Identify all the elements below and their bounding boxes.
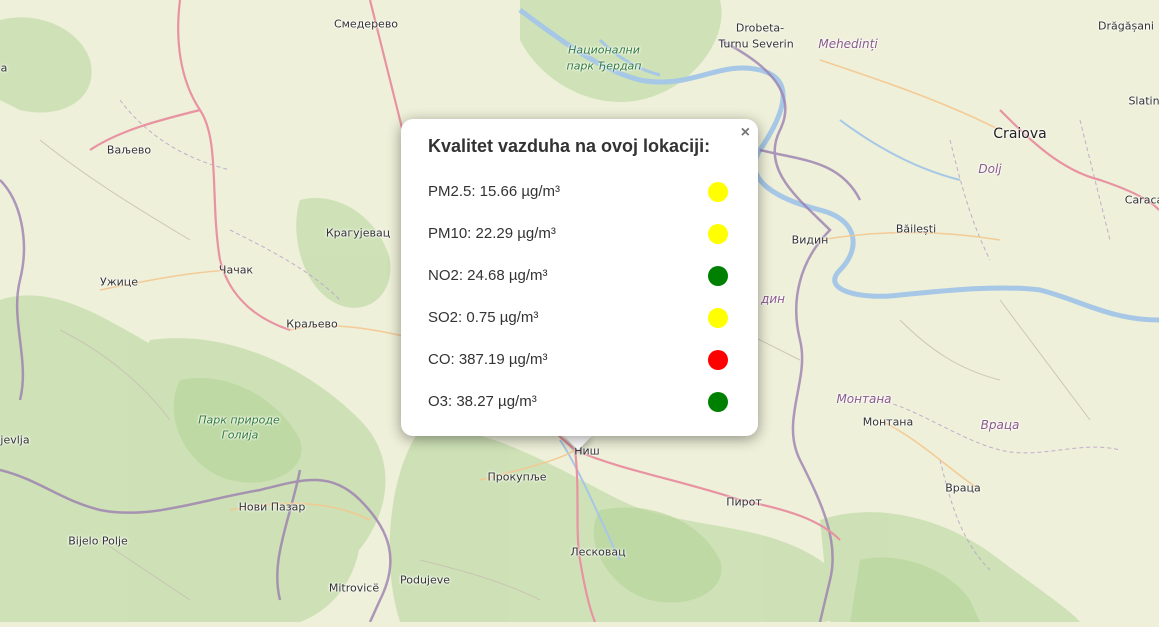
map-label-vraca: Враца <box>945 481 981 495</box>
pollutant-value: PM10: 22.29 µg/m³ <box>428 225 556 242</box>
map-label-cacak: Чачак <box>218 263 254 277</box>
pollutant-value: PM2.5: 15.66 µg/m³ <box>428 183 561 200</box>
map-label-podujeve: Podujeve <box>399 573 451 587</box>
map-label-prokuplje: Прокупље <box>487 470 547 484</box>
map-label-mehedinti: Mehedinți <box>818 37 878 51</box>
pollutant-row: CO: 387.19 µg/m³ <box>428 348 728 372</box>
map-label-park-djerdap: парк Ђердап <box>566 59 642 73</box>
status-dot-icon <box>708 182 728 202</box>
map-label-vidin: Видин <box>791 233 829 247</box>
status-dot-icon <box>708 266 728 286</box>
map-label-uzice: Ужице <box>99 275 139 289</box>
map-label-drobeta: Drobeta- <box>735 21 785 35</box>
status-dot-icon <box>708 392 728 412</box>
map-label-caracal: Caraca <box>1124 193 1159 207</box>
map-label-montana: Монтана <box>862 415 914 429</box>
map-label-bailesti: Băilești <box>895 222 937 236</box>
pollutant-value: SO2: 0.75 µg/m³ <box>428 309 539 326</box>
pollutant-value: NO2: 24.68 µg/m³ <box>428 267 548 284</box>
map-label-smederevo: Смедерево <box>333 17 399 31</box>
map-label-dolj: Dolj <box>978 162 1002 176</box>
map-label-sjenica: jevlja <box>0 433 30 447</box>
map-label-mitrovice: Mitrovicë <box>328 581 380 595</box>
map-label-park-prirode: Парк природе <box>198 413 280 427</box>
air-quality-popup: × Kvalitet vazduha na ovoj lokaciji: PM2… <box>401 119 758 436</box>
status-dot-icon <box>708 224 728 244</box>
pollutant-row: NO2: 24.68 µg/m³ <box>428 264 728 288</box>
map-label-kraljevo: Краљево <box>286 317 338 331</box>
map-label-pirot: Пирот <box>726 495 762 509</box>
map-label-bijelo-polje: Bijelo Polje <box>68 534 128 548</box>
map-label-golija: Голија <box>221 428 259 442</box>
map-label-vidin-region: дин <box>761 292 785 306</box>
close-icon[interactable]: × <box>741 125 750 141</box>
map-label-novi-pazar: Нови Пазар <box>238 500 306 514</box>
pollutant-row: O3: 38.27 µg/m³ <box>428 390 728 414</box>
pollutant-row: PM2.5: 15.66 µg/m³ <box>428 180 728 204</box>
map-label-kragujevac: Крагујевац <box>325 226 391 240</box>
map-label-slatina-top: a <box>0 61 8 75</box>
map-label-vraca-region: Враца <box>980 418 1020 432</box>
map-label-montana-region: Монтана <box>836 392 892 406</box>
pollutant-value: CO: 387.19 µg/m³ <box>428 351 548 368</box>
map-label-slatina: Slatin <box>1128 94 1159 108</box>
pollutant-row: PM10: 22.29 µg/m³ <box>428 222 728 246</box>
map-label-turnu-severin: Turnu Severin <box>718 37 794 51</box>
map-label-dragasani: Drăgășani <box>1098 19 1154 33</box>
map-label-leskovac: Лесковац <box>570 545 626 559</box>
popup-title: Kvalitet vazduha na ovoj lokaciji: <box>428 136 711 156</box>
pollutant-value: O3: 38.27 µg/m³ <box>428 393 537 410</box>
map-label-valjevo: Ваљево <box>106 143 152 157</box>
status-dot-icon <box>708 308 728 328</box>
status-dot-icon <box>708 350 728 370</box>
pollutant-row: SO2: 0.75 µg/m³ <box>428 306 728 330</box>
map-label-nacionalni: Национални <box>568 43 640 57</box>
map-label-craiova: Craiova <box>993 126 1047 142</box>
